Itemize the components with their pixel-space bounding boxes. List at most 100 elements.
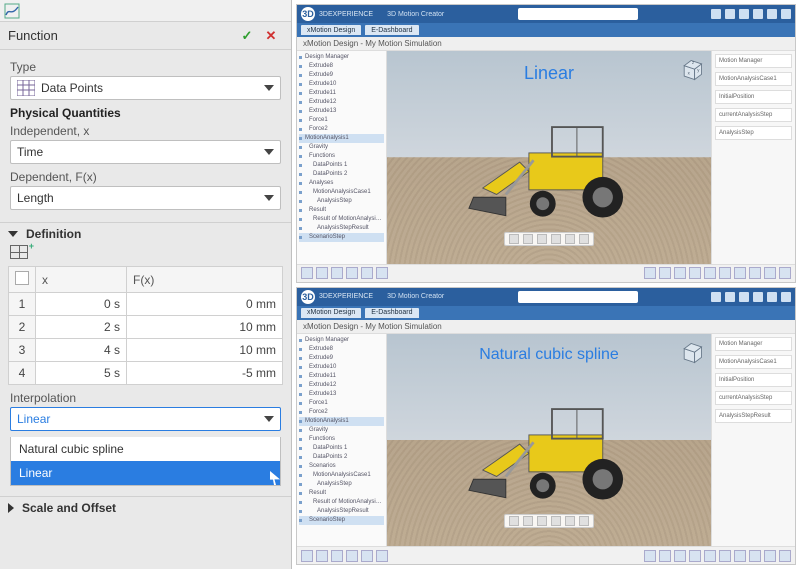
tool-icon[interactable] [316,550,328,562]
tool-icon[interactable] [779,550,791,562]
interpolation-select[interactable]: Linear [10,407,281,431]
tool-icon[interactable] [734,550,746,562]
tool-icon[interactable] [376,550,388,562]
stop-icon[interactable] [537,516,547,526]
3d-viewport[interactable]: Natural cubic spline [387,334,711,547]
tool-icon[interactable] [361,550,373,562]
tool-icon[interactable] [689,550,701,562]
close-icon[interactable] [579,234,589,244]
tool-icon[interactable] [346,267,358,279]
loop-icon[interactable] [565,516,575,526]
type-select[interactable]: Data Points [10,76,281,100]
independent-select[interactable]: Time [10,140,281,164]
toolbar-icon[interactable] [781,292,791,302]
cancel-button[interactable]: ✕ [259,28,283,44]
tool-icon[interactable] [764,550,776,562]
play-icon[interactable] [523,234,533,244]
panel-item[interactable]: MotionAnalysisCase1 [715,355,792,369]
tool-icon[interactable] [301,267,313,279]
tool-icon[interactable] [316,267,328,279]
tool-icon[interactable] [331,550,343,562]
tool-icon[interactable] [689,267,701,279]
accept-button[interactable]: ✓ [235,28,259,44]
tool-icon[interactable] [346,550,358,562]
tool-icon[interactable] [301,550,313,562]
dependent-select[interactable]: Length [10,186,281,210]
play-icon[interactable] [523,516,533,526]
tab[interactable]: E-Dashboard [365,25,418,35]
toolbar-icon[interactable] [711,292,721,302]
app-brand-text: 3DEXPERIENCE [319,293,373,300]
tool-icon[interactable] [361,267,373,279]
stop-icon[interactable] [537,234,547,244]
table-row[interactable]: 45 s-5 mm [9,362,283,385]
table-row[interactable]: 10 s0 mm [9,293,283,316]
model-tree[interactable]: Design Manager Extrude8Extrude9Extrude10… [297,334,387,547]
interpolation-option[interactable]: Natural cubic spline [11,437,280,461]
tab[interactable]: xMotion Design [301,25,361,35]
toolbar-icon[interactable] [725,9,735,19]
panel-title: Function [8,28,235,43]
toolbar-icon[interactable] [767,9,777,19]
table-row[interactable]: 34 s10 mm [9,339,283,362]
model-tree[interactable]: Design Manager Extrude8Extrude9Extrude10… [297,51,387,264]
tool-icon[interactable] [719,267,731,279]
view-compass-icon[interactable]: xyz [679,57,705,83]
panel-item[interactable]: InitialPosition [715,373,792,387]
panel-item[interactable]: currentAnalysisStep [715,108,792,122]
tool-icon[interactable] [704,550,716,562]
tool-icon[interactable] [331,267,343,279]
view-compass-icon[interactable] [679,340,705,366]
rewind-icon[interactable] [509,516,519,526]
toolbar-icon[interactable] [753,292,763,302]
tool-icon[interactable] [644,267,656,279]
tool-icon[interactable] [674,550,686,562]
tool-icon[interactable] [644,550,656,562]
close-icon[interactable] [579,516,589,526]
tool-icon[interactable] [674,267,686,279]
search-input[interactable] [518,8,638,20]
panel-item[interactable]: AnalysisStep [715,126,792,140]
loop-icon[interactable] [565,234,575,244]
toolbar-icon[interactable] [711,9,721,19]
bottom-toolbar [297,546,795,564]
playback-controls[interactable] [504,232,594,246]
toolbar-icon[interactable] [781,9,791,19]
interpolation-overlay-label: Linear [524,63,574,84]
select-all-cell[interactable] [9,267,36,293]
table-row[interactable]: 22 s10 mm [9,316,283,339]
toolbar-icon[interactable] [739,292,749,302]
interpolation-option-selected[interactable]: Linear [11,461,280,485]
tool-icon[interactable] [376,267,388,279]
checkbox-icon[interactable] [15,271,29,285]
panel-item[interactable]: InitialPosition [715,90,792,104]
tool-icon[interactable] [764,267,776,279]
tool-icon[interactable] [659,550,671,562]
tab[interactable]: E-Dashboard [365,308,418,318]
tool-icon[interactable] [734,267,746,279]
tool-icon[interactable] [779,267,791,279]
definition-section-header[interactable]: Definition [0,222,291,245]
tool-icon[interactable] [659,267,671,279]
tool-icon[interactable] [719,550,731,562]
playback-controls[interactable] [504,514,594,528]
tool-icon[interactable] [704,267,716,279]
toolbar-icon[interactable] [739,9,749,19]
tab[interactable]: xMotion Design [301,308,361,318]
toolbar-icon[interactable] [767,292,777,302]
app-titlebar: 3D 3DEXPERIENCE 3D Motion Creator [297,5,795,23]
forward-icon[interactable] [551,516,561,526]
tool-icon[interactable] [749,550,761,562]
3d-viewport[interactable]: Linear xyz [387,51,711,264]
tool-icon[interactable] [749,267,761,279]
search-input[interactable] [518,291,638,303]
panel-item[interactable]: MotionAnalysisCase1 [715,72,792,86]
forward-icon[interactable] [551,234,561,244]
toolbar-icon[interactable] [753,9,763,19]
panel-item[interactable]: AnalysisStepResult [715,409,792,423]
add-table-icon[interactable] [10,245,28,259]
rewind-icon[interactable] [509,234,519,244]
toolbar-icon[interactable] [725,292,735,302]
panel-item[interactable]: currentAnalysisStep [715,391,792,405]
scale-offset-section-header[interactable]: Scale and Offset [0,496,291,519]
